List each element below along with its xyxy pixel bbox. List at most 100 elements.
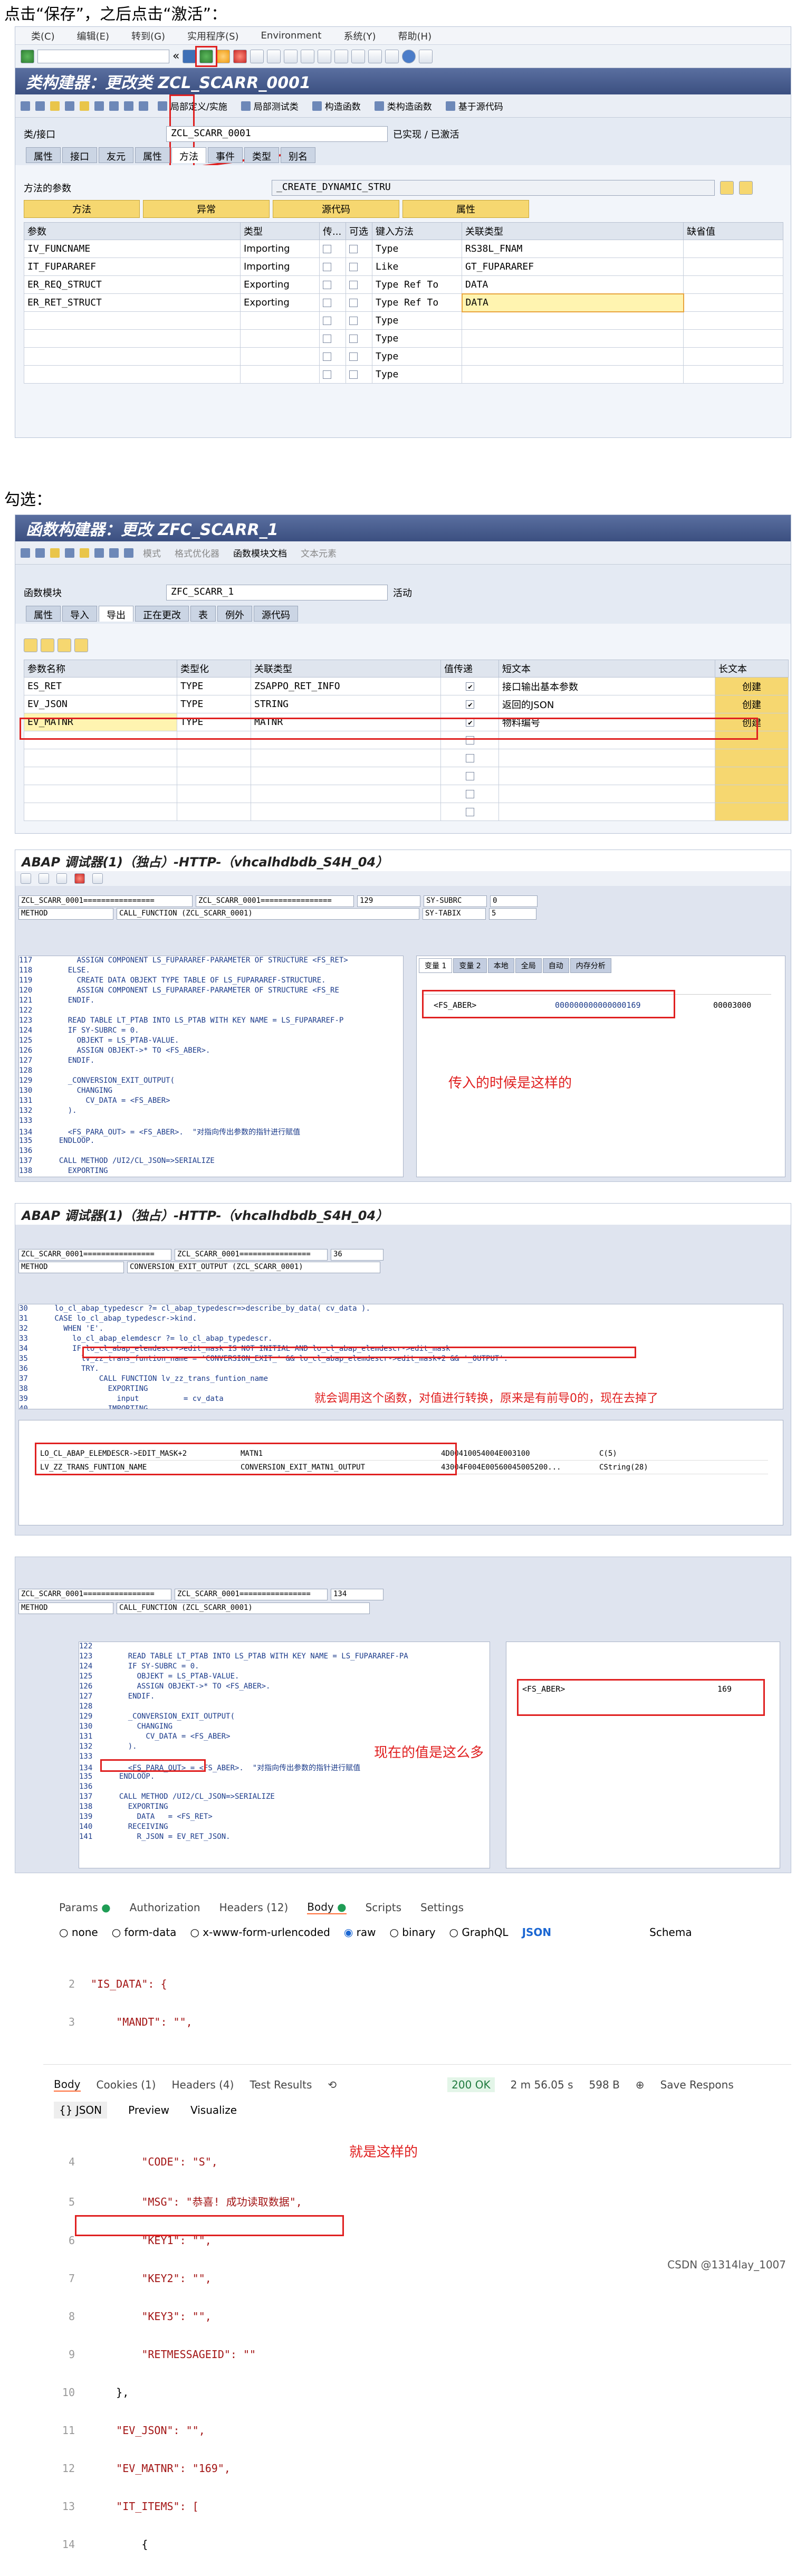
table-row[interactable]: IV_FUNCNAME Importing Type RS38L_FNAM xyxy=(24,240,783,258)
radio-form-data[interactable]: ○ form-data xyxy=(112,1926,177,1939)
shortcut-icon[interactable] xyxy=(385,49,399,63)
tab-friends[interactable]: 友元 xyxy=(99,147,133,163)
tab-memory[interactable]: 内存分析 xyxy=(570,958,611,973)
back-arrow-icon[interactable] xyxy=(21,548,30,558)
subtab-attr[interactable]: 属性 xyxy=(402,200,529,218)
checkbox[interactable] xyxy=(465,682,474,691)
tab-body[interactable]: Body ● xyxy=(307,1901,347,1914)
tab-methods[interactable]: 方法 xyxy=(171,147,206,163)
chevron-left-icon[interactable]: « xyxy=(172,50,179,63)
tab-import[interactable]: 导入 xyxy=(62,606,97,622)
local-test-button[interactable]: 局部测试类 xyxy=(237,98,303,113)
class-field[interactable]: ZCL_SCARR_0001 xyxy=(166,126,388,142)
delete-row-icon[interactable] xyxy=(41,638,54,652)
class-constructor-button[interactable]: 类构造函数 xyxy=(370,98,436,113)
checkbox[interactable] xyxy=(465,700,474,709)
tab-types[interactable]: 类型 xyxy=(244,147,279,163)
hierarchy-icon[interactable] xyxy=(124,101,133,111)
insert-row-icon[interactable] xyxy=(24,638,37,652)
tab-source[interactable]: 源代码 xyxy=(254,606,298,622)
table-row[interactable]: EV_JSONTYPESTRING 返回的JSON创建 xyxy=(24,695,789,713)
step-icon[interactable] xyxy=(21,873,31,884)
tab-aliases[interactable]: 别名 xyxy=(281,147,315,163)
tab-resp-body[interactable]: Body xyxy=(54,2078,81,2092)
format-select[interactable]: JSON xyxy=(522,1926,552,1939)
last-page-icon[interactable] xyxy=(351,49,366,63)
tab-interfaces[interactable]: 接口 xyxy=(62,147,97,163)
exit-icon[interactable] xyxy=(216,49,231,63)
table-row[interactable] xyxy=(24,749,789,767)
checkbox[interactable] xyxy=(323,299,331,307)
tab-changing[interactable]: 正在更改 xyxy=(135,606,189,622)
checkbox[interactable] xyxy=(465,754,474,762)
text-elements-button[interactable]: 文本元素 xyxy=(296,545,341,560)
tab-exceptions[interactable]: 例外 xyxy=(217,606,252,622)
tab-params[interactable]: Params ● xyxy=(59,1901,111,1914)
checkbox[interactable] xyxy=(465,790,474,798)
watchpoint-icon[interactable] xyxy=(92,873,103,884)
back-arrow-icon[interactable] xyxy=(21,101,30,111)
activate-icon[interactable] xyxy=(80,548,89,558)
menu-item[interactable]: 系统(Y) xyxy=(343,29,376,43)
tab-global[interactable]: 全局 xyxy=(515,958,542,973)
layout-icon[interactable] xyxy=(419,49,433,63)
enter-icon[interactable] xyxy=(21,49,34,63)
tab-tables[interactable]: 表 xyxy=(190,606,216,622)
check-icon[interactable] xyxy=(65,548,74,558)
tab-var1[interactable]: 变量 1 xyxy=(419,958,453,973)
checkbox[interactable] xyxy=(349,263,358,271)
cell-selected[interactable]: DATA xyxy=(461,293,684,312)
checkbox[interactable] xyxy=(465,772,474,780)
menu-item[interactable]: Environment xyxy=(261,30,322,41)
check-icon[interactable] xyxy=(65,101,74,111)
source-based-button[interactable]: 基于源代码 xyxy=(442,98,507,113)
test-icon[interactable] xyxy=(124,548,133,558)
step-over-icon[interactable] xyxy=(39,873,49,884)
table-row[interactable]: IT_FUPARAREF Importing Like GT_FUPARAREF xyxy=(24,257,783,276)
radio-binary[interactable]: ○ binary xyxy=(389,1926,435,1939)
checkbox[interactable] xyxy=(349,299,358,307)
menu-item[interactable]: 编辑(E) xyxy=(77,29,109,43)
table-row[interactable]: Type xyxy=(24,329,783,348)
pencil-icon[interactable] xyxy=(109,101,119,111)
menu-item[interactable]: 帮助(H) xyxy=(398,29,432,43)
checkbox[interactable] xyxy=(323,352,331,361)
tab-headers[interactable]: Headers (12) xyxy=(219,1901,289,1914)
save-icon[interactable] xyxy=(183,49,197,63)
pattern-button[interactable]: 模式 xyxy=(139,545,165,560)
arrow-down-icon[interactable] xyxy=(739,181,753,195)
radio-graphql[interactable]: ○ GraphQL xyxy=(449,1926,509,1939)
return-icon[interactable] xyxy=(56,873,67,884)
where-used-icon[interactable] xyxy=(94,101,104,111)
subtab-method[interactable]: 方法 xyxy=(24,200,140,218)
arrow-up-icon[interactable] xyxy=(720,181,734,195)
tab-test-results[interactable]: Test Results xyxy=(250,2078,312,2091)
tab-resp-headers[interactable]: Headers (4) xyxy=(172,2078,234,2091)
tab-export[interactable]: 导出 xyxy=(99,606,133,622)
checkbox[interactable] xyxy=(349,335,358,343)
tab-attributes[interactable]: 属性 xyxy=(26,606,61,622)
visualize-button[interactable]: Visualize xyxy=(190,2104,237,2116)
radio-raw[interactable]: ◉ raw xyxy=(344,1926,376,1939)
tab-cookies[interactable]: Cookies (1) xyxy=(97,2078,156,2091)
table-row[interactable]: Type xyxy=(24,311,783,330)
subtab-exception[interactable]: 异常 xyxy=(143,200,270,218)
prev-page-icon[interactable] xyxy=(318,49,332,63)
checkbox[interactable] xyxy=(323,317,331,325)
preview-button[interactable]: Preview xyxy=(128,2104,169,2116)
menu-item[interactable]: 类(C) xyxy=(31,29,55,43)
subtab-source[interactable]: 源代码 xyxy=(273,200,399,218)
display-change-icon[interactable] xyxy=(50,101,60,111)
new-session-icon[interactable] xyxy=(368,49,382,63)
command-field[interactable] xyxy=(37,49,169,63)
breakpoint-icon[interactable] xyxy=(74,873,85,884)
tab-properties[interactable]: 属性 xyxy=(135,147,170,163)
tab-var2[interactable]: 变量 2 xyxy=(453,958,487,973)
find-next-icon[interactable] xyxy=(284,49,298,63)
forward-arrow-icon[interactable] xyxy=(35,548,45,558)
radio-none[interactable]: ○ none xyxy=(59,1926,98,1939)
checkbox[interactable] xyxy=(465,808,474,816)
next-page-icon[interactable] xyxy=(334,49,349,63)
schema-link[interactable]: Schema xyxy=(649,1926,692,1939)
activate-icon[interactable] xyxy=(80,101,89,111)
